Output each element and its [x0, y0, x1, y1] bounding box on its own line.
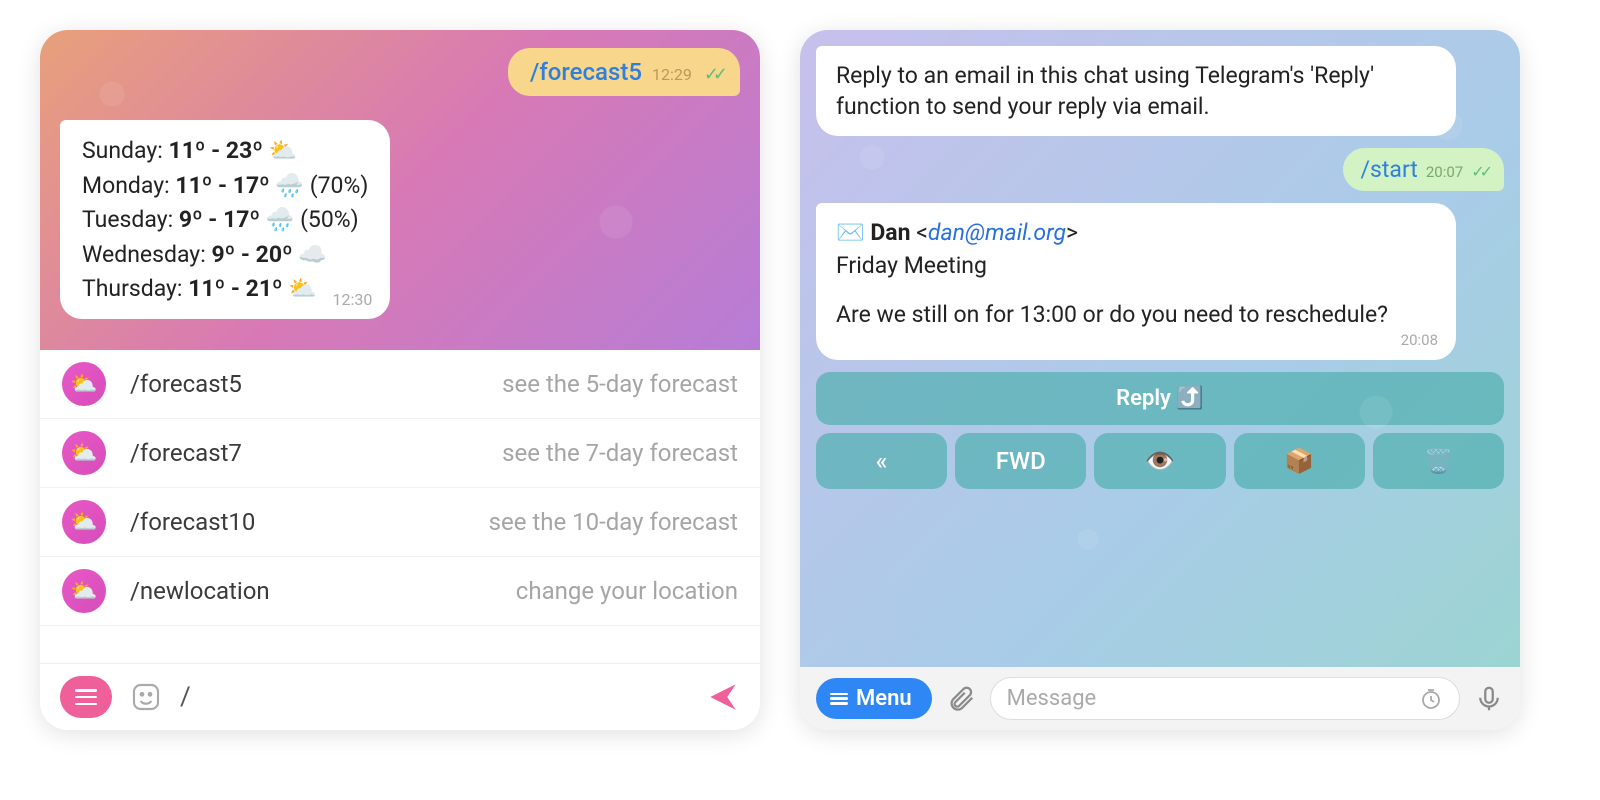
cloud-icon: ⛅ — [62, 431, 106, 475]
instruction-message[interactable]: Reply to an email in this chat using Tel… — [816, 46, 1456, 136]
input-bar: / — [40, 663, 760, 730]
forecast-line: Thursday: 11º - 21º ⛅ — [82, 272, 368, 307]
email-bot-panel: Reply to an email in this chat using Tel… — [800, 30, 1520, 730]
menu-button[interactable] — [60, 676, 112, 718]
inline-keyboard: Reply ⤴️ «FWD👁️📦🗑️ — [816, 372, 1504, 489]
chat-area[interactable]: /forecast5 12:29 ✓✓ Sunday: 11º - 23º ⛅ … — [40, 30, 760, 350]
fwd-button[interactable]: FWD — [955, 433, 1086, 489]
command-suggestions: ⛅ /forecast5 see the 5-day forecast ⛅ /f… — [40, 350, 760, 663]
email-message[interactable]: ✉️ Dan <dan@mail.org> Friday Meeting Are… — [816, 203, 1456, 360]
email-from-name: Dan — [870, 219, 910, 246]
instruction-text: Reply to an email in this chat using Tel… — [836, 62, 1374, 120]
cloud-icon: ⛅ — [62, 569, 106, 613]
outgoing-time: 12:29 — [652, 65, 692, 84]
attach-icon[interactable] — [946, 684, 976, 714]
view-button[interactable]: 👁️ — [1094, 433, 1225, 489]
outgoing-time: 20:07 — [1426, 163, 1463, 181]
menu-label: Menu — [856, 686, 912, 711]
read-checks-icon: ✓✓ — [704, 64, 722, 85]
suggestion-description: see the 5-day forecast — [354, 370, 738, 398]
email-subject: Friday Meeting — [836, 250, 1436, 281]
command-suggestion[interactable]: ⛅ /forecast5 see the 5-day forecast — [40, 350, 760, 419]
forecast-line: Monday: 11º - 17º 🌧️ (70%) — [82, 169, 368, 204]
mic-icon[interactable] — [1474, 684, 1504, 714]
suggestion-command: /forecast5 — [130, 370, 330, 398]
cloud-icon: ⛅ — [62, 362, 106, 406]
menu-button[interactable]: Menu — [816, 678, 932, 719]
back-button[interactable]: « — [816, 433, 947, 489]
command-suggestion[interactable]: ⛅ /forecast10 see the 10-day forecast — [40, 488, 760, 557]
input-bar: Menu Message — [800, 667, 1520, 730]
command-suggestion[interactable]: ⛅ /newlocation change your location — [40, 557, 760, 626]
send-icon[interactable] — [706, 680, 740, 714]
archive-button[interactable]: 📦 — [1234, 433, 1365, 489]
outgoing-message[interactable]: /start 20:07 ✓✓ — [1343, 148, 1504, 191]
suggestion-command: /newlocation — [130, 577, 330, 605]
reply-button[interactable]: Reply ⤴️ — [816, 372, 1504, 425]
command-suggestion[interactable]: ⛅ /forecast7 see the 7-day forecast — [40, 419, 760, 488]
chat-area[interactable]: Reply to an email in this chat using Tel… — [800, 30, 1520, 667]
read-checks-icon: ✓✓ — [1471, 162, 1488, 181]
delete-button[interactable]: 🗑️ — [1373, 433, 1504, 489]
hamburger-icon — [830, 693, 848, 705]
outgoing-command: /forecast5 — [530, 58, 642, 86]
message-input[interactable]: / — [180, 682, 688, 712]
message-placeholder: Message — [1007, 686, 1097, 711]
forecast-time: 12:30 — [333, 290, 373, 309]
forecast-message[interactable]: Sunday: 11º - 23º ⛅ Monday: 11º - 17º 🌧️… — [60, 120, 390, 319]
suggestion-description: see the 7-day forecast — [354, 439, 738, 467]
email-from-address: dan@mail.org — [928, 219, 1066, 246]
envelope-icon: ✉️ — [836, 219, 865, 246]
forecast-line: Tuesday: 9º - 17º 🌧️ (50%) — [82, 203, 368, 238]
forecast-line: Wednesday: 9º - 20º ☁️ — [82, 238, 368, 273]
suggestion-command: /forecast10 — [130, 508, 330, 536]
message-input[interactable]: Message — [990, 677, 1460, 720]
outgoing-command: /start — [1361, 156, 1418, 183]
hamburger-icon — [75, 689, 97, 705]
suggestion-description: change your location — [354, 577, 738, 605]
email-time: 20:08 — [1401, 330, 1438, 350]
weather-bot-panel: /forecast5 12:29 ✓✓ Sunday: 11º - 23º ⛅ … — [40, 30, 760, 730]
email-body: Are we still on for 13:00 or do you need… — [836, 299, 1436, 330]
email-from: ✉️ Dan <dan@mail.org> — [836, 217, 1436, 248]
suggestion-description: see the 10-day forecast — [354, 508, 738, 536]
forecast-line: Sunday: 11º - 23º ⛅ — [82, 134, 368, 169]
suggestion-command: /forecast7 — [130, 439, 330, 467]
sticker-icon[interactable] — [130, 681, 162, 713]
timer-icon[interactable] — [1419, 687, 1443, 711]
cloud-icon: ⛅ — [62, 500, 106, 544]
outgoing-message[interactable]: /forecast5 12:29 ✓✓ — [508, 48, 740, 96]
